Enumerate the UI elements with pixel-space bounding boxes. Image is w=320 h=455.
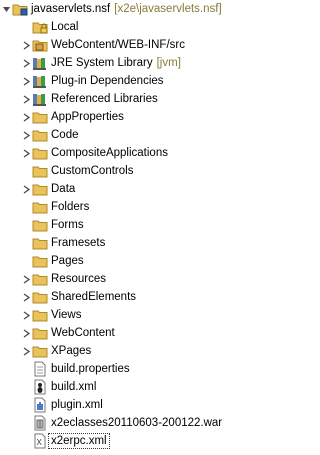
tree-item-label: CustomControls (51, 165, 134, 177)
tree-item-resources[interactable]: Resources (0, 270, 234, 288)
tree-item-forms[interactable]: Forms (0, 216, 234, 234)
chevron-right-icon[interactable] (20, 126, 32, 144)
library-icon (32, 73, 48, 89)
library-icon (32, 55, 48, 71)
tree-root-label: javaservlets.nsf (31, 3, 111, 15)
tree-item-label: plugin.xml (51, 399, 103, 411)
tree-item-label: Views (51, 309, 82, 321)
tree-item-local[interactable]: Local (0, 18, 234, 36)
tree-item-label: Local (51, 21, 79, 33)
tree-item-label: Forms (51, 219, 84, 231)
tree-item-x2erpc-xml[interactable]: X x2erpc.xml (0, 432, 234, 450)
tree-item-label: Code (51, 129, 79, 141)
folder-icon (32, 181, 48, 197)
tree-item-label: build.xml (51, 381, 97, 393)
tree-item-label: SharedElements (51, 291, 137, 303)
tree-item-plugin-dependencies[interactable]: Plug-in Dependencies (0, 72, 234, 90)
tree-item-data[interactable]: Data (0, 180, 234, 198)
chevron-right-icon[interactable] (20, 180, 32, 198)
tree-item-label: Pages (51, 255, 84, 267)
tree-item-webcontent[interactable]: WebContent (0, 324, 234, 342)
chevron-right-icon[interactable] (20, 108, 32, 126)
tree-item-war-file[interactable]: x2eclasses20110603-200122.war (0, 414, 234, 432)
folder-icon (32, 199, 48, 215)
tree-root-decoration: [x2e\javaservlets.nsf] (114, 3, 222, 15)
tree-item-decoration: [jvm] (156, 57, 181, 69)
chevron-right-icon[interactable] (20, 54, 32, 72)
tree-item-appproperties[interactable]: AppProperties (0, 108, 234, 126)
folder-icon (32, 217, 48, 233)
chevron-right-icon[interactable] (20, 72, 32, 90)
tree-item-framesets[interactable]: Framesets (0, 234, 234, 252)
nsf-project-icon (12, 1, 28, 17)
tree-item-label: Data (51, 183, 76, 195)
tree-item-label: CompositeApplications (51, 147, 168, 159)
plugin-xml-file-icon (32, 397, 48, 413)
xml-file-icon: X (32, 433, 48, 449)
tree-item-label: XPages (51, 345, 92, 357)
library-icon (32, 91, 48, 107)
tree-item-code[interactable]: Code (0, 126, 234, 144)
tree-item-label: Plug-in Dependencies (51, 75, 164, 87)
folder-icon (32, 325, 48, 341)
chevron-down-icon[interactable] (0, 0, 12, 18)
folder-icon (32, 235, 48, 251)
chevron-right-icon[interactable] (20, 288, 32, 306)
tree-root-javaservlets[interactable]: javaservlets.nsf [x2e\javaservlets.nsf] (0, 0, 234, 18)
chevron-right-icon[interactable] (20, 144, 32, 162)
folder-icon (32, 289, 48, 305)
tree-item-label: WebContent/WEB-INF/src (51, 39, 185, 51)
chevron-right-icon[interactable] (20, 306, 32, 324)
folder-icon (32, 145, 48, 161)
folder-icon (32, 307, 48, 323)
chevron-right-icon[interactable] (20, 36, 32, 54)
tree-item-compositeapplications[interactable]: CompositeApplications (0, 144, 234, 162)
tree-item-folders[interactable]: Folders (0, 198, 234, 216)
tree-item-customcontrols[interactable]: CustomControls (0, 162, 234, 180)
tree-item-label: build.properties (51, 363, 130, 375)
tree-item-label: Referenced Libraries (51, 93, 158, 105)
folder-icon (32, 271, 48, 287)
tree-item-label: x2erpc.xml (48, 433, 110, 449)
war-file-icon (32, 415, 48, 431)
tree-item-sharedelements[interactable]: SharedElements (0, 288, 234, 306)
lock-folder-icon (32, 19, 48, 35)
source-folder-icon (32, 37, 48, 53)
tree-item-views[interactable]: Views (0, 306, 234, 324)
tree-item-referenced-libraries[interactable]: Referenced Libraries (0, 90, 234, 108)
tree-item-label: JRE System Library (51, 57, 153, 69)
tree-item-label: Framesets (51, 237, 106, 249)
tree-item-webinf-src[interactable]: WebContent/WEB-INF/src (0, 36, 234, 54)
chevron-right-icon[interactable] (20, 270, 32, 288)
tree-item-plugin-xml[interactable]: plugin.xml (0, 396, 234, 414)
ant-xml-file-icon (32, 379, 48, 395)
folder-icon (32, 109, 48, 125)
properties-file-icon (32, 361, 48, 377)
chevron-right-icon[interactable] (20, 90, 32, 108)
svg-text:X: X (37, 438, 43, 447)
folder-icon (32, 253, 48, 269)
tree-item-label: AppProperties (51, 111, 124, 123)
tree-item-label: x2eclasses20110603-200122.war (51, 417, 223, 429)
tree-item-build-xml[interactable]: build.xml (0, 378, 234, 396)
tree-item-xpages[interactable]: XPages (0, 342, 234, 360)
folder-icon (32, 127, 48, 143)
tree-item-label: Folders (51, 201, 90, 213)
tree-item-label: Resources (51, 273, 106, 285)
project-explorer-tree: javaservlets.nsf [x2e\javaservlets.nsf] … (0, 0, 234, 455)
folder-icon (32, 163, 48, 179)
tree-item-build-properties[interactable]: build.properties (0, 360, 234, 378)
folder-icon (32, 343, 48, 359)
tree-item-label: WebContent (51, 327, 115, 339)
chevron-right-icon[interactable] (20, 324, 32, 342)
tree-item-jre[interactable]: JRE System Library [jvm] (0, 54, 234, 72)
tree-item-pages[interactable]: Pages (0, 252, 234, 270)
chevron-right-icon[interactable] (20, 342, 32, 360)
